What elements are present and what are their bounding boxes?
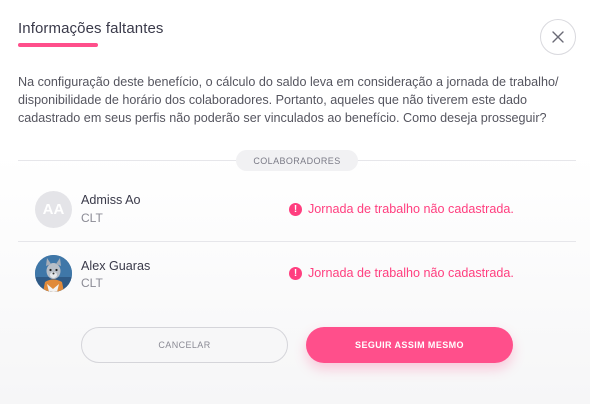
section-label: COLABORADORES [236, 150, 358, 171]
employee-role: CLT [81, 211, 103, 225]
close-icon [552, 31, 564, 43]
employee-name: Alex Guaras [81, 259, 151, 273]
avatar-photo [35, 255, 72, 292]
alert-icon: ! [289, 266, 302, 280]
alert-icon: ! [289, 202, 302, 216]
modal-description: Na configuração deste benefício, o cálcu… [18, 75, 559, 125]
employee-row: Alex Guaras CLT ! Jornada de trabalho nã… [18, 241, 576, 305]
warning-text: Jornada de trabalho não cadastrada. [308, 202, 514, 216]
warning-text: Jornada de trabalho não cadastrada. [308, 266, 514, 280]
title-underline [18, 43, 98, 47]
modal-title: Informações faltantes [18, 20, 164, 37]
close-button[interactable] [540, 19, 576, 55]
employee-row: AA Admiss Ao CLT ! Jornada de trabalho n… [18, 177, 576, 241]
missing-info-modal: Informações faltantes Na configuração de… [0, 0, 590, 404]
employee-role: CLT [81, 276, 103, 290]
avatar-initials: AA [35, 191, 72, 228]
missing-schedule-warning: ! Jornada de trabalho não cadastrada. [289, 266, 514, 280]
continue-anyway-button[interactable]: SEGUIR ASSIM MESMO [306, 327, 513, 363]
cancel-button[interactable]: CANCELAR [81, 327, 288, 363]
employee-name: Admiss Ao [81, 193, 141, 207]
missing-schedule-warning: ! Jornada de trabalho não cadastrada. [289, 202, 514, 216]
